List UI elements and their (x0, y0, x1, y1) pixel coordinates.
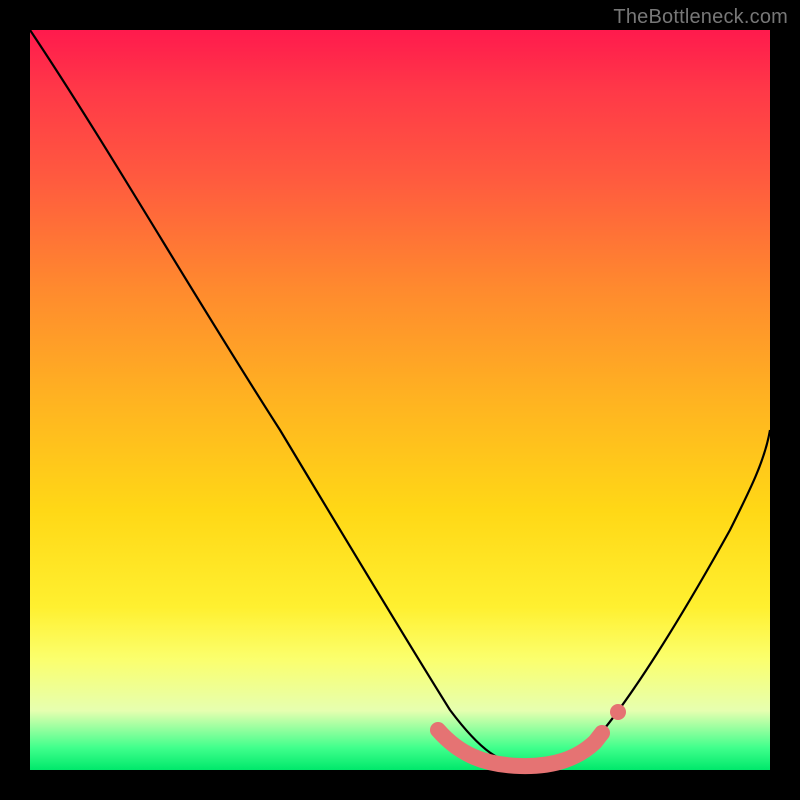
curve-layer (30, 30, 770, 770)
chart-frame: TheBottleneck.com (0, 0, 800, 800)
watermark-label: TheBottleneck.com (613, 6, 788, 29)
highlight-dot (610, 704, 626, 720)
bottleneck-curve (30, 30, 770, 766)
highlight-band (438, 730, 602, 766)
plot-area (30, 30, 770, 770)
